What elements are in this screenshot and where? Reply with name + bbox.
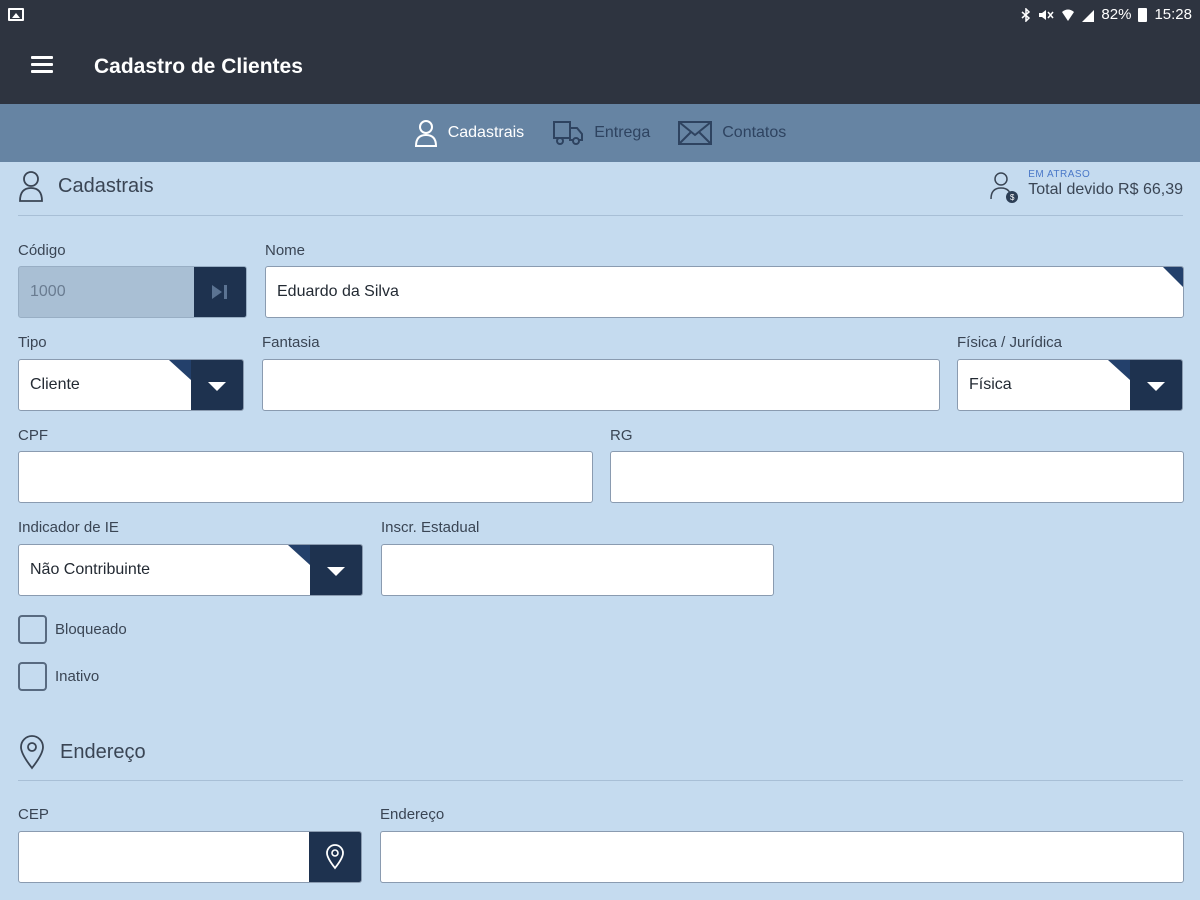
inativo-label: Inativo — [55, 668, 100, 685]
cep-input[interactable] — [18, 831, 362, 883]
required-marker — [1163, 267, 1183, 287]
skip-next-icon — [212, 285, 227, 299]
nome-label: Nome — [265, 242, 306, 259]
tipo-label: Tipo — [18, 334, 47, 351]
fantasia-input[interactable] — [262, 359, 940, 411]
rg-label: RG — [610, 427, 633, 444]
fisica-juridica-value: Física — [969, 376, 1012, 393]
tab-entrega[interactable]: Entrega — [552, 120, 650, 146]
bloqueado-label: Bloqueado — [55, 621, 127, 638]
chevron-down-icon[interactable] — [1130, 360, 1182, 410]
tab-label: Entrega — [594, 124, 651, 141]
inativo-checkbox-row[interactable]: Inativo — [18, 662, 99, 691]
fisica-juridica-label: Física / Jurídica — [957, 334, 1063, 351]
user-debt-icon: $ — [990, 169, 1019, 205]
fantasia-label: Fantasia — [262, 334, 320, 351]
tipo-value: Cliente — [30, 376, 80, 393]
endereco-input[interactable] — [380, 831, 1184, 883]
app-bar: Cadastro de Clientes — [0, 30, 1200, 104]
clock: 15:28 — [1154, 6, 1192, 23]
codigo-value: 1000 — [30, 283, 66, 300]
wifi-icon — [1062, 9, 1075, 21]
tab-label: Contatos — [722, 124, 787, 141]
bloqueado-checkbox[interactable] — [18, 615, 47, 644]
indicador-ie-label: Indicador de IE — [18, 519, 119, 536]
section-divider — [18, 215, 1183, 216]
tab-bar: Cadastrais Entrega Contatos — [0, 104, 1200, 162]
truck-icon — [553, 121, 584, 145]
bluetooth-icon — [1021, 7, 1031, 22]
total-due: Total devido R$ 66,39 — [1028, 181, 1183, 198]
battery-percent: 82% — [1101, 6, 1132, 23]
app-title: Cadastro de Clientes — [94, 55, 303, 78]
tab-label: Cadastrais — [447, 124, 525, 141]
codigo-field: 1000 — [18, 266, 247, 318]
locate-cep-button[interactable] — [309, 832, 361, 882]
required-marker — [169, 360, 191, 380]
inativo-checkbox[interactable] — [18, 662, 47, 691]
inscr-estadual-input[interactable] — [381, 544, 774, 596]
section-title: Endereço — [60, 740, 146, 763]
battery-icon — [1138, 7, 1148, 22]
bloqueado-checkbox-row[interactable]: Bloqueado — [18, 615, 127, 644]
form-content: Cadastrais $ EM ATRASO Total devido R$ 6… — [0, 162, 1200, 900]
mute-icon — [1039, 9, 1054, 20]
endereco-label: Endereço — [380, 806, 445, 823]
tipo-select[interactable]: Cliente — [18, 359, 244, 411]
required-marker — [288, 545, 310, 565]
section-divider — [18, 780, 1183, 781]
tab-contatos[interactable]: Contatos — [678, 121, 786, 145]
overdue-status: EM ATRASO — [1028, 169, 1091, 180]
cpf-input[interactable] — [18, 451, 593, 503]
cpf-label: CPF — [18, 427, 48, 444]
cep-label: CEP — [18, 806, 49, 823]
hamburger-icon[interactable] — [31, 56, 55, 76]
next-code-button[interactable] — [194, 267, 246, 317]
nome-input[interactable]: Eduardo da Silva — [265, 266, 1184, 318]
required-marker — [1108, 360, 1130, 380]
gallery-notification-icon — [8, 8, 24, 21]
person-icon — [414, 120, 437, 147]
indicador-ie-value: Não Contribuinte — [30, 561, 151, 578]
chevron-down-icon[interactable] — [310, 545, 362, 595]
inscr-estadual-label: Inscr. Estadual — [381, 519, 480, 536]
section-header-cadastrais: Cadastrais — [18, 170, 154, 202]
indicador-ie-select[interactable]: Não Contribuinte — [18, 544, 363, 596]
debt-badge: $ — [1006, 191, 1019, 203]
rg-input[interactable] — [610, 451, 1184, 503]
envelope-icon — [678, 121, 713, 145]
overdue-indicator: $ EM ATRASO Total devido R$ 66,39 — [990, 169, 1183, 205]
person-icon — [19, 171, 43, 202]
status-bar: 82% 15:28 — [0, 0, 1200, 30]
fisica-juridica-select[interactable]: Física — [957, 359, 1183, 411]
section-header-endereco: Endereço — [18, 734, 146, 770]
status-icons: 82% 15:28 — [1021, 6, 1192, 23]
codigo-label: Código — [18, 242, 66, 259]
map-pin-icon — [326, 844, 344, 870]
chevron-down-icon[interactable] — [191, 360, 243, 410]
nome-value: Eduardo da Silva — [277, 283, 399, 300]
signal-icon — [1082, 9, 1095, 22]
section-title: Cadastrais — [58, 174, 154, 197]
map-pin-icon — [20, 735, 44, 770]
tab-cadastrais[interactable]: Cadastrais — [414, 119, 524, 147]
